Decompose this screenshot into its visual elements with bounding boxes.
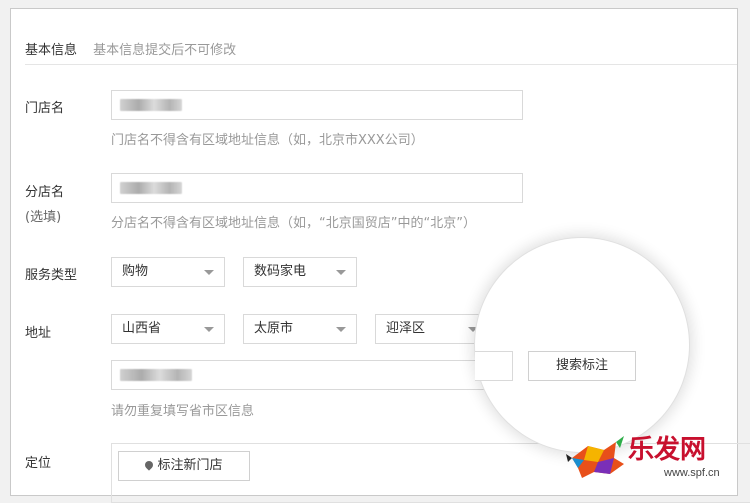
chevron-down-icon (204, 327, 214, 332)
service-category-select[interactable]: 购物 (111, 257, 225, 287)
street-address-input-edge (475, 351, 513, 381)
redacted-value (120, 99, 182, 111)
store-name-label: 门店名 (25, 101, 65, 116)
province-value: 山西省 (122, 321, 162, 336)
optional-tag: (选填) (25, 210, 62, 225)
street-address-input[interactable] (111, 360, 523, 390)
service-subcategory-value: 数码家电 (254, 264, 307, 279)
mark-new-store-label: 标注新门店 (157, 458, 223, 473)
address-hint: 请勿重复填写省市区信息 (111, 404, 255, 419)
service-category-value: 购物 (122, 264, 149, 279)
chevron-down-icon (336, 327, 346, 332)
district-select[interactable]: 迎泽区 (375, 314, 489, 344)
watermark-url: www.spf.cn (663, 467, 720, 479)
mark-new-store-button[interactable]: 标注新门店 (118, 451, 250, 481)
branch-name-label-text: 分店名 (25, 185, 65, 200)
branch-name-input[interactable] (111, 173, 523, 203)
section-header: 基本信息 基本信息提交后不可修改 (25, 39, 236, 58)
section-divider (25, 64, 737, 65)
location-label: 定位 (25, 456, 52, 471)
magnifier-highlight: 搜索标注 (475, 238, 689, 452)
city-value: 太原市 (254, 321, 294, 336)
province-select[interactable]: 山西省 (111, 314, 225, 344)
store-name-input[interactable] (111, 90, 523, 120)
watermark-logo: 乐发网 www.spf.cn (566, 434, 720, 479)
location-pin-icon (143, 459, 156, 471)
redacted-value (120, 369, 192, 381)
redacted-value (120, 182, 182, 194)
branch-name-hint: 分店名不得含有区域地址信息（如，“北京国贸店”中的“北京”） (111, 216, 476, 231)
chevron-down-icon (204, 270, 214, 275)
search-mark-button[interactable]: 搜索标注 (528, 351, 636, 381)
watermark-logo-text: 乐发网 (628, 434, 706, 465)
store-name-hint: 门店名不得含有区域地址信息（如，北京市XXX公司） (111, 133, 424, 148)
section-title: 基本信息 (25, 43, 78, 58)
service-subcategory-select[interactable]: 数码家电 (243, 257, 357, 287)
chevron-down-icon (336, 270, 346, 275)
district-value: 迎泽区 (386, 321, 426, 336)
section-subtitle: 基本信息提交后不可修改 (93, 43, 237, 58)
service-type-label: 服务类型 (25, 268, 78, 283)
city-select[interactable]: 太原市 (243, 314, 357, 344)
branch-name-label: 分店名 (选填) (25, 181, 64, 225)
bull-logo-icon (566, 436, 624, 478)
address-label: 地址 (25, 326, 52, 341)
